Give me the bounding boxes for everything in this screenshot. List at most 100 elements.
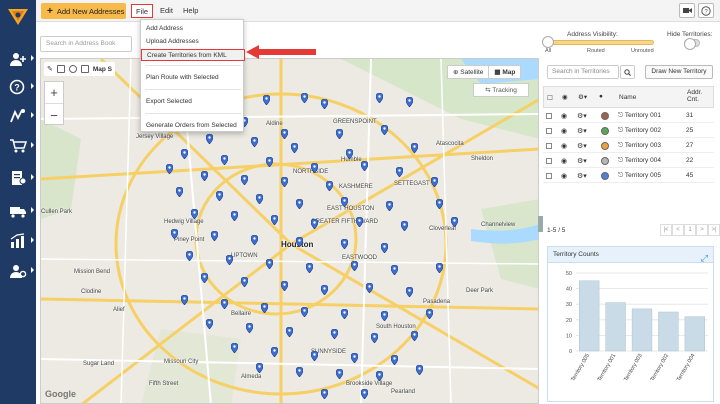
map-pin-icon[interactable]: [361, 389, 368, 399]
map-pin-icon[interactable]: [426, 309, 433, 319]
chart-bar[interactable]: [605, 302, 626, 352]
territory-color-swatch[interactable]: [601, 172, 609, 180]
settings-gear-icon[interactable]: ⚙▾: [578, 93, 587, 101]
analytics-nav-icon[interactable]: [0, 228, 36, 254]
map-pin-icon[interactable]: [386, 201, 393, 211]
truck-nav-icon[interactable]: [0, 198, 36, 224]
map-pin-icon[interactable]: [396, 167, 403, 177]
page-1-button[interactable]: 1: [684, 224, 696, 236]
satellite-toggle-button[interactable]: ⊕ Satellite: [448, 66, 490, 78]
map-pin-icon[interactable]: [331, 329, 338, 339]
map-pin-icon[interactable]: [263, 95, 270, 105]
user-settings-nav-icon[interactable]: [0, 258, 36, 284]
map-style-label[interactable]: Map S: [93, 66, 112, 73]
map-pin-icon[interactable]: [311, 219, 318, 229]
gear-icon[interactable]: ⚙▾: [577, 142, 587, 150]
map-pin-icon[interactable]: [166, 164, 173, 174]
map-pin-icon[interactable]: [366, 283, 373, 293]
map-pin-icon[interactable]: [251, 137, 258, 147]
select-all-checkbox[interactable]: ☐: [547, 94, 553, 102]
map-pin-icon[interactable]: [176, 187, 183, 197]
map-pin-icon[interactable]: [451, 217, 458, 227]
map-pin-icon[interactable]: [311, 351, 318, 361]
territory-name[interactable]: ⎋ Territory 004: [618, 157, 661, 165]
map-pin-icon[interactable]: [341, 197, 348, 207]
column-count-header[interactable]: Addr. Cnt.: [687, 89, 711, 103]
cart-nav-icon[interactable]: [0, 133, 36, 159]
zoom-in-button[interactable]: +: [45, 82, 63, 104]
menu-item-upload-addresses[interactable]: Upload Addresses: [141, 36, 245, 48]
territory-color-swatch[interactable]: [601, 112, 609, 120]
map-pin-icon[interactable]: [291, 143, 298, 153]
map-pin-icon[interactable]: [301, 307, 308, 317]
map-pin-icon[interactable]: [216, 191, 223, 201]
gear-icon[interactable]: ⚙▾: [577, 157, 587, 165]
territory-row[interactable]: ◉ ⚙▾ ⎋ Territory 003 27: [543, 139, 714, 153]
map-pin-icon[interactable]: [226, 255, 233, 265]
map-pin-icon[interactable]: [436, 263, 443, 273]
layers-tool-icon[interactable]: [80, 65, 89, 73]
chart-bar[interactable]: [658, 311, 679, 352]
address-visibility-slider[interactable]: [548, 40, 654, 45]
invoice-nav-icon[interactable]: [0, 165, 36, 191]
map-pin-icon[interactable]: [321, 389, 328, 399]
map-pin-icon[interactable]: [281, 129, 288, 139]
hide-territories-toggle[interactable]: [684, 38, 700, 50]
map-pin-icon[interactable]: [296, 237, 303, 247]
row-checkbox[interactable]: [546, 158, 552, 164]
map-pin-icon[interactable]: [256, 363, 263, 373]
file-menu[interactable]: File: [131, 4, 154, 18]
first-page-button[interactable]: |<: [660, 224, 672, 236]
map-pin-icon[interactable]: [401, 221, 408, 231]
tracking-button[interactable]: ⇆ Tracking: [473, 83, 529, 97]
map-pin-icon[interactable]: [221, 299, 228, 309]
help-nav-icon[interactable]: ?: [0, 74, 36, 100]
territory-color-swatch[interactable]: [601, 142, 609, 150]
territory-row[interactable]: ◉ ⚙▾ ⎋ Territory 005 45: [543, 169, 714, 183]
row-checkbox[interactable]: [546, 143, 552, 149]
map-pin-icon[interactable]: [256, 194, 263, 204]
gear-icon[interactable]: ⚙▾: [577, 127, 587, 135]
map-pin-icon[interactable]: [381, 125, 388, 135]
eye-icon[interactable]: ◉: [561, 142, 567, 150]
eye-icon[interactable]: ◉: [561, 112, 567, 120]
panel-collapse-handle[interactable]: [538, 216, 543, 232]
map-pin-icon[interactable]: [376, 371, 383, 381]
map-pin-icon[interactable]: [391, 355, 398, 365]
map-pin-icon[interactable]: [346, 149, 353, 159]
map-pin-icon[interactable]: [436, 199, 443, 209]
map-pin-icon[interactable]: [281, 281, 288, 291]
map-pin-icon[interactable]: [411, 331, 418, 341]
map-pin-icon[interactable]: [271, 215, 278, 225]
map-pin-icon[interactable]: [301, 93, 308, 103]
map-pin-icon[interactable]: [286, 327, 293, 337]
territory-name[interactable]: ⎋ Territory 001: [618, 112, 661, 120]
map-pin-icon[interactable]: [231, 211, 238, 221]
map-pin-icon[interactable]: [261, 303, 268, 313]
circle-tool-icon[interactable]: [68, 65, 77, 73]
map-pin-icon[interactable]: [381, 311, 388, 321]
territory-name[interactable]: ⎋ Territory 002: [618, 127, 661, 135]
next-page-button[interactable]: >: [696, 224, 708, 236]
edit-menu[interactable]: Edit: [156, 4, 177, 18]
map-pin-icon[interactable]: [201, 171, 208, 181]
map-pin-icon[interactable]: [241, 277, 248, 287]
app-logo-icon[interactable]: [6, 5, 30, 29]
map-pin-icon[interactable]: [241, 175, 248, 185]
draw-new-territory-button[interactable]: Draw New Territory: [645, 65, 713, 79]
prev-page-button[interactable]: <: [672, 224, 684, 236]
column-name-header[interactable]: Name: [619, 94, 636, 101]
map-pin-icon[interactable]: [306, 263, 313, 273]
map-pin-icon[interactable]: [181, 149, 188, 159]
chart-bar[interactable]: [631, 308, 653, 352]
gear-icon[interactable]: ⚙▾: [577, 112, 587, 120]
map-pin-icon[interactable]: [336, 129, 343, 139]
add-user-nav-icon[interactable]: [0, 46, 36, 72]
map-pin-icon[interactable]: [211, 231, 218, 241]
territory-color-swatch[interactable]: [601, 157, 609, 165]
visibility-eye-icon[interactable]: ◉: [562, 93, 568, 101]
row-checkbox[interactable]: [546, 113, 552, 119]
add-new-addresses-button[interactable]: + Add New Addresses: [41, 3, 126, 19]
map-pin-icon[interactable]: [356, 217, 363, 227]
map-pin-icon[interactable]: [296, 367, 303, 377]
